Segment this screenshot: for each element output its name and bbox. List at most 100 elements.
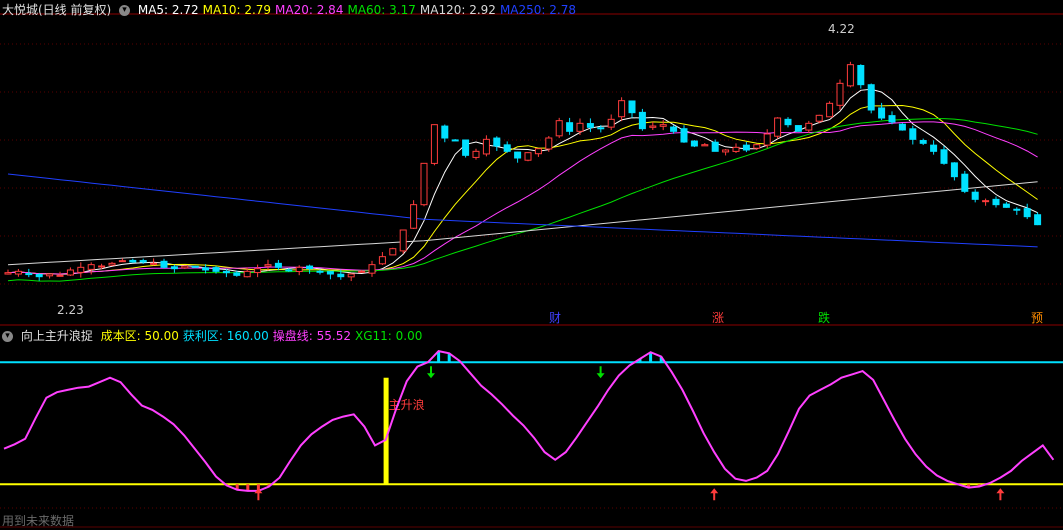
candle-body <box>35 273 43 278</box>
candle-body <box>306 265 314 270</box>
candle-body <box>212 267 220 272</box>
candle-body <box>160 260 168 268</box>
candle-body <box>472 150 480 158</box>
candle-body <box>753 144 761 149</box>
candle-body <box>202 267 210 271</box>
candle-body <box>930 144 938 152</box>
indicator-legend-item: 成本区: 50.00 <box>100 329 179 343</box>
candle-body <box>878 107 886 119</box>
candle-body <box>555 120 563 137</box>
candle-body <box>1002 203 1010 208</box>
candle-body <box>503 144 511 152</box>
indicator-title: 向上主升浪捉 <box>20 329 93 343</box>
candle-body <box>316 270 324 273</box>
candle-body <box>971 191 979 200</box>
indicator-legend-item: 获利区: 160.00 <box>182 329 269 343</box>
candle-body <box>742 144 750 151</box>
candle-body <box>940 149 948 164</box>
candle-body <box>378 256 386 265</box>
candle-body <box>243 270 251 278</box>
candle-body <box>607 118 615 128</box>
candle-body <box>451 139 459 142</box>
candle-body <box>857 64 865 86</box>
candle-body <box>815 114 823 122</box>
candle-body <box>846 64 854 87</box>
candle-body <box>191 265 199 268</box>
candle-body <box>826 102 834 118</box>
candle-body <box>586 123 594 128</box>
stock-title: 大悦城(日线 前复权) <box>2 3 112 17</box>
candle-body <box>1023 208 1031 218</box>
indicator-legend-item: XG11: 0.00 <box>354 329 423 343</box>
candle-body <box>514 151 522 159</box>
candle-body <box>420 162 428 206</box>
candle-body <box>46 273 54 277</box>
candle-body <box>649 125 657 128</box>
ma-legend-item: MA20: 2.84 <box>275 3 344 17</box>
candle-body <box>368 264 376 274</box>
candle-body <box>14 270 22 275</box>
kline-chart: 4.22 2.23 财 涨 跌 预 主升浪 <box>0 0 1063 530</box>
candle-body <box>774 117 782 137</box>
candle-body <box>524 152 532 161</box>
candle-body <box>670 126 678 132</box>
candle-body <box>867 84 875 111</box>
panel-toggle-icon[interactable]: ▾ <box>119 5 131 16</box>
candle-body <box>576 122 584 132</box>
candle-body <box>139 260 147 263</box>
candle-body <box>1013 208 1021 211</box>
candle-body <box>4 272 12 275</box>
event-marker: 预 <box>1031 311 1043 325</box>
candle-body <box>1034 214 1042 226</box>
future-data-note: 用到未来数据 <box>2 514 75 528</box>
candle-body <box>98 265 106 268</box>
event-marker: 财 <box>549 311 561 325</box>
candle-body <box>784 118 792 126</box>
low-price-label: 2.23 <box>57 303 84 317</box>
candle-body <box>56 274 64 277</box>
candle-body <box>254 268 262 274</box>
candle-body <box>909 128 917 140</box>
candle-body <box>441 125 449 139</box>
main-wave-label: 主升浪 <box>389 397 425 412</box>
candle-body <box>493 137 501 147</box>
candle-body <box>566 122 574 132</box>
candle-body <box>264 264 272 267</box>
candle-body <box>150 262 158 265</box>
event-marker: 涨 <box>712 310 724 325</box>
candle-body <box>181 265 189 269</box>
candle-body <box>87 264 95 270</box>
event-marker: 跌 <box>818 310 830 325</box>
candle-body <box>534 148 542 155</box>
candle-body <box>222 270 230 274</box>
panel-toggle-icon[interactable]: ▾ <box>2 331 13 342</box>
candle-body <box>628 100 636 114</box>
candle-body <box>898 123 906 131</box>
candle-body <box>25 273 33 276</box>
ma-legend-item: MA60: 3.17 <box>347 3 416 17</box>
candle-body <box>805 122 813 131</box>
candle-body <box>410 204 418 229</box>
candle-body <box>66 269 74 276</box>
candle-body <box>295 266 303 273</box>
candle-body <box>919 140 927 144</box>
price-panel-header: 大悦城(日线 前复权) ▾ MA5: 2.72 MA10: 2.79 MA20: 2… <box>2 2 584 18</box>
candle-body <box>618 100 626 118</box>
candle-body <box>118 260 126 263</box>
ma-legend-item: MA120: 2.92 <box>419 3 496 17</box>
candle-body <box>285 269 293 272</box>
candle-body <box>690 140 698 147</box>
indicator-panel-header: ▾ 向上主升浪捉 成本区: 50.00 获利区: 160.00 操盘线: 55.52… <box>2 328 430 344</box>
candle-body <box>992 198 1000 206</box>
candle-body <box>358 270 366 273</box>
candle-body <box>888 115 896 123</box>
indicator-legend-item: 操盘线: 55.52 <box>272 329 351 343</box>
candle-body <box>545 137 553 150</box>
candle-body <box>638 111 646 130</box>
candle-body <box>326 271 334 275</box>
candle-body <box>763 133 771 146</box>
candle-body <box>108 262 116 266</box>
ma-legend-item: MA10: 2.79 <box>202 3 272 17</box>
candle-body <box>732 146 740 152</box>
candle-body <box>129 259 137 263</box>
